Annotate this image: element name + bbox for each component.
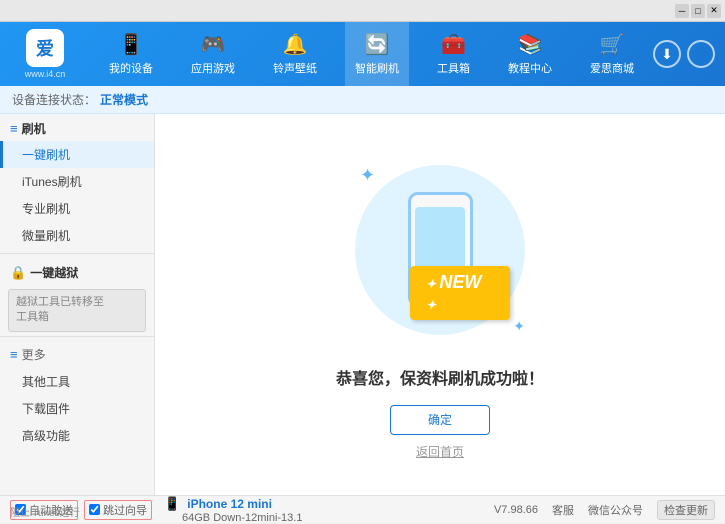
sidebar-item-other-tools[interactable]: 其他工具 (0, 368, 154, 395)
toolbox-icon: 🧰 (441, 32, 466, 57)
nav-tutorials[interactable]: 📚 教程中心 (498, 22, 562, 86)
more-section-label: 更多 (22, 346, 46, 363)
sidebar-jailbreak-header: 🔒 一键越狱 (0, 258, 154, 285)
bottom-bar: 自动敢送 跳过向导 📱 iPhone 12 mini 64GB Down-12m… (0, 495, 725, 523)
flash-section-label: 刷机 (22, 120, 46, 137)
jailbreak-section-label: 一键越狱 (30, 264, 78, 281)
device-storage: 64GB (182, 512, 210, 524)
smart-flash-icon: 🔄 (365, 32, 390, 57)
close-button[interactable]: ✕ (707, 4, 721, 18)
success-text: 恭喜您，保资料刷机成功啦！ (336, 365, 544, 389)
nav-shop[interactable]: 🛒 爱思商城 (580, 22, 644, 86)
top-nav: 爱 www.i4.cn 📱 我的设备 🎮 应用游戏 🔔 铃声壁纸 🔄 智能刷机 … (0, 22, 725, 86)
maximize-button[interactable]: □ (691, 4, 705, 18)
apps-icon: 🎮 (201, 32, 226, 57)
flash-section-icon: ≡ (10, 121, 18, 136)
sidebar-item-itunes-flash[interactable]: iTunes刷机 (0, 168, 154, 195)
confirm-button[interactable]: 确定 (390, 405, 490, 435)
sidebar-item-micro-flash[interactable]: 微量刷机 (0, 222, 154, 249)
status-label: 设备连接状态： (12, 91, 96, 108)
nav-smart-flash[interactable]: 🔄 智能刷机 (345, 22, 409, 86)
nav-my-device[interactable]: 📱 我的设备 (99, 22, 163, 86)
nav-smart-flash-label: 智能刷机 (355, 60, 399, 76)
device-info: 📱 iPhone 12 mini 64GB Down-12mini-13.1 (164, 496, 302, 524)
sidebar-item-pro-flash[interactable]: 专业刷机 (0, 195, 154, 222)
ringtones-icon: 🔔 (283, 32, 308, 57)
version-text: V7.98.66 (494, 504, 538, 516)
retry-link[interactable]: 返回首页 (416, 443, 464, 460)
nav-shop-label: 爱思商城 (590, 60, 634, 76)
logo-icon: 爱 (26, 29, 64, 67)
device-name: iPhone 12 mini (187, 497, 272, 511)
more-section-icon: ≡ (10, 347, 18, 362)
logo-area: 爱 www.i4.cn (0, 29, 90, 79)
sidebar-item-download-firmware[interactable]: 下载固件 (0, 395, 154, 422)
nav-items: 📱 我的设备 🎮 应用游戏 🔔 铃声壁纸 🔄 智能刷机 🧰 工具箱 📚 教程中心… (90, 22, 653, 86)
sparkle-top-left-icon: ✦ (360, 165, 375, 186)
nav-toolbox-label: 工具箱 (437, 60, 470, 76)
device-firmware: Down-12mini-13.1 (213, 512, 302, 524)
nav-apps-games[interactable]: 🎮 应用游戏 (181, 22, 245, 86)
logo-url: www.i4.cn (25, 69, 66, 79)
nav-ringtones-label: 铃声壁纸 (273, 60, 317, 76)
tutorials-icon: 📚 (518, 32, 543, 57)
skip-wizard-label: 跳过向导 (103, 502, 147, 518)
title-bar: ─ □ ✕ (0, 0, 725, 22)
nav-tutorials-label: 教程中心 (508, 60, 552, 76)
status-bar: 设备连接状态： 正常模式 (0, 86, 725, 114)
skip-wizard-checkbox-item: 跳过向导 (84, 500, 152, 520)
wechat-link[interactable]: 微信公众号 (588, 502, 643, 518)
device-phone-icon: 📱 (164, 496, 180, 511)
bottom-right: V7.98.66 客服 微信公众号 检查更新 (494, 500, 715, 520)
sidebar-divider-1 (0, 253, 154, 254)
shop-icon: 🛒 (600, 32, 625, 57)
itunes-stop-label: 阻止iTunes运行 (10, 504, 80, 519)
sidebar-more-header: ≡ 更多 (0, 341, 154, 368)
skip-wizard-checkbox[interactable] (89, 504, 100, 515)
support-link[interactable]: 客服 (552, 502, 574, 518)
new-badge: NEW (410, 266, 510, 320)
nav-right: ⬇ 👤 (653, 40, 725, 68)
device-icon: 📱 (119, 32, 144, 57)
sidebar-flash-header: ≡ 刷机 (0, 114, 154, 141)
nav-apps-label: 应用游戏 (191, 60, 235, 76)
nav-my-device-label: 我的设备 (109, 60, 153, 76)
sidebar-item-one-key-flash[interactable]: 一键刷机 (0, 141, 154, 168)
content-area: ✦ NEW ✦ 恭喜您，保资料刷机成功啦！ 确定 返回首页 (155, 114, 725, 495)
sidebar-item-advanced[interactable]: 高级功能 (0, 422, 154, 449)
nav-ringtones[interactable]: 🔔 铃声壁纸 (263, 22, 327, 86)
phone-illustration: ✦ NEW ✦ (340, 150, 540, 350)
status-value: 正常模式 (100, 91, 148, 108)
sidebar: ≡ 刷机 一键刷机 iTunes刷机 专业刷机 微量刷机 🔒 一键越狱 越狱工具… (0, 114, 155, 495)
bottom-left: 自动敢送 跳过向导 📱 iPhone 12 mini 64GB Down-12m… (10, 496, 494, 524)
update-button[interactable]: 检查更新 (657, 500, 715, 520)
minimize-button[interactable]: ─ (675, 4, 689, 18)
main-layout: ≡ 刷机 一键刷机 iTunes刷机 专业刷机 微量刷机 🔒 一键越狱 越狱工具… (0, 114, 725, 495)
download-button[interactable]: ⬇ (653, 40, 681, 68)
lock-icon: 🔒 (10, 265, 26, 281)
profile-button[interactable]: 👤 (687, 40, 715, 68)
sidebar-divider-2 (0, 336, 154, 337)
sidebar-jailbreak-info: 越狱工具已转移至 工具箱 (8, 289, 146, 332)
nav-toolbox[interactable]: 🧰 工具箱 (427, 22, 480, 86)
sparkle-bottom-right-icon: ✦ (513, 318, 525, 335)
